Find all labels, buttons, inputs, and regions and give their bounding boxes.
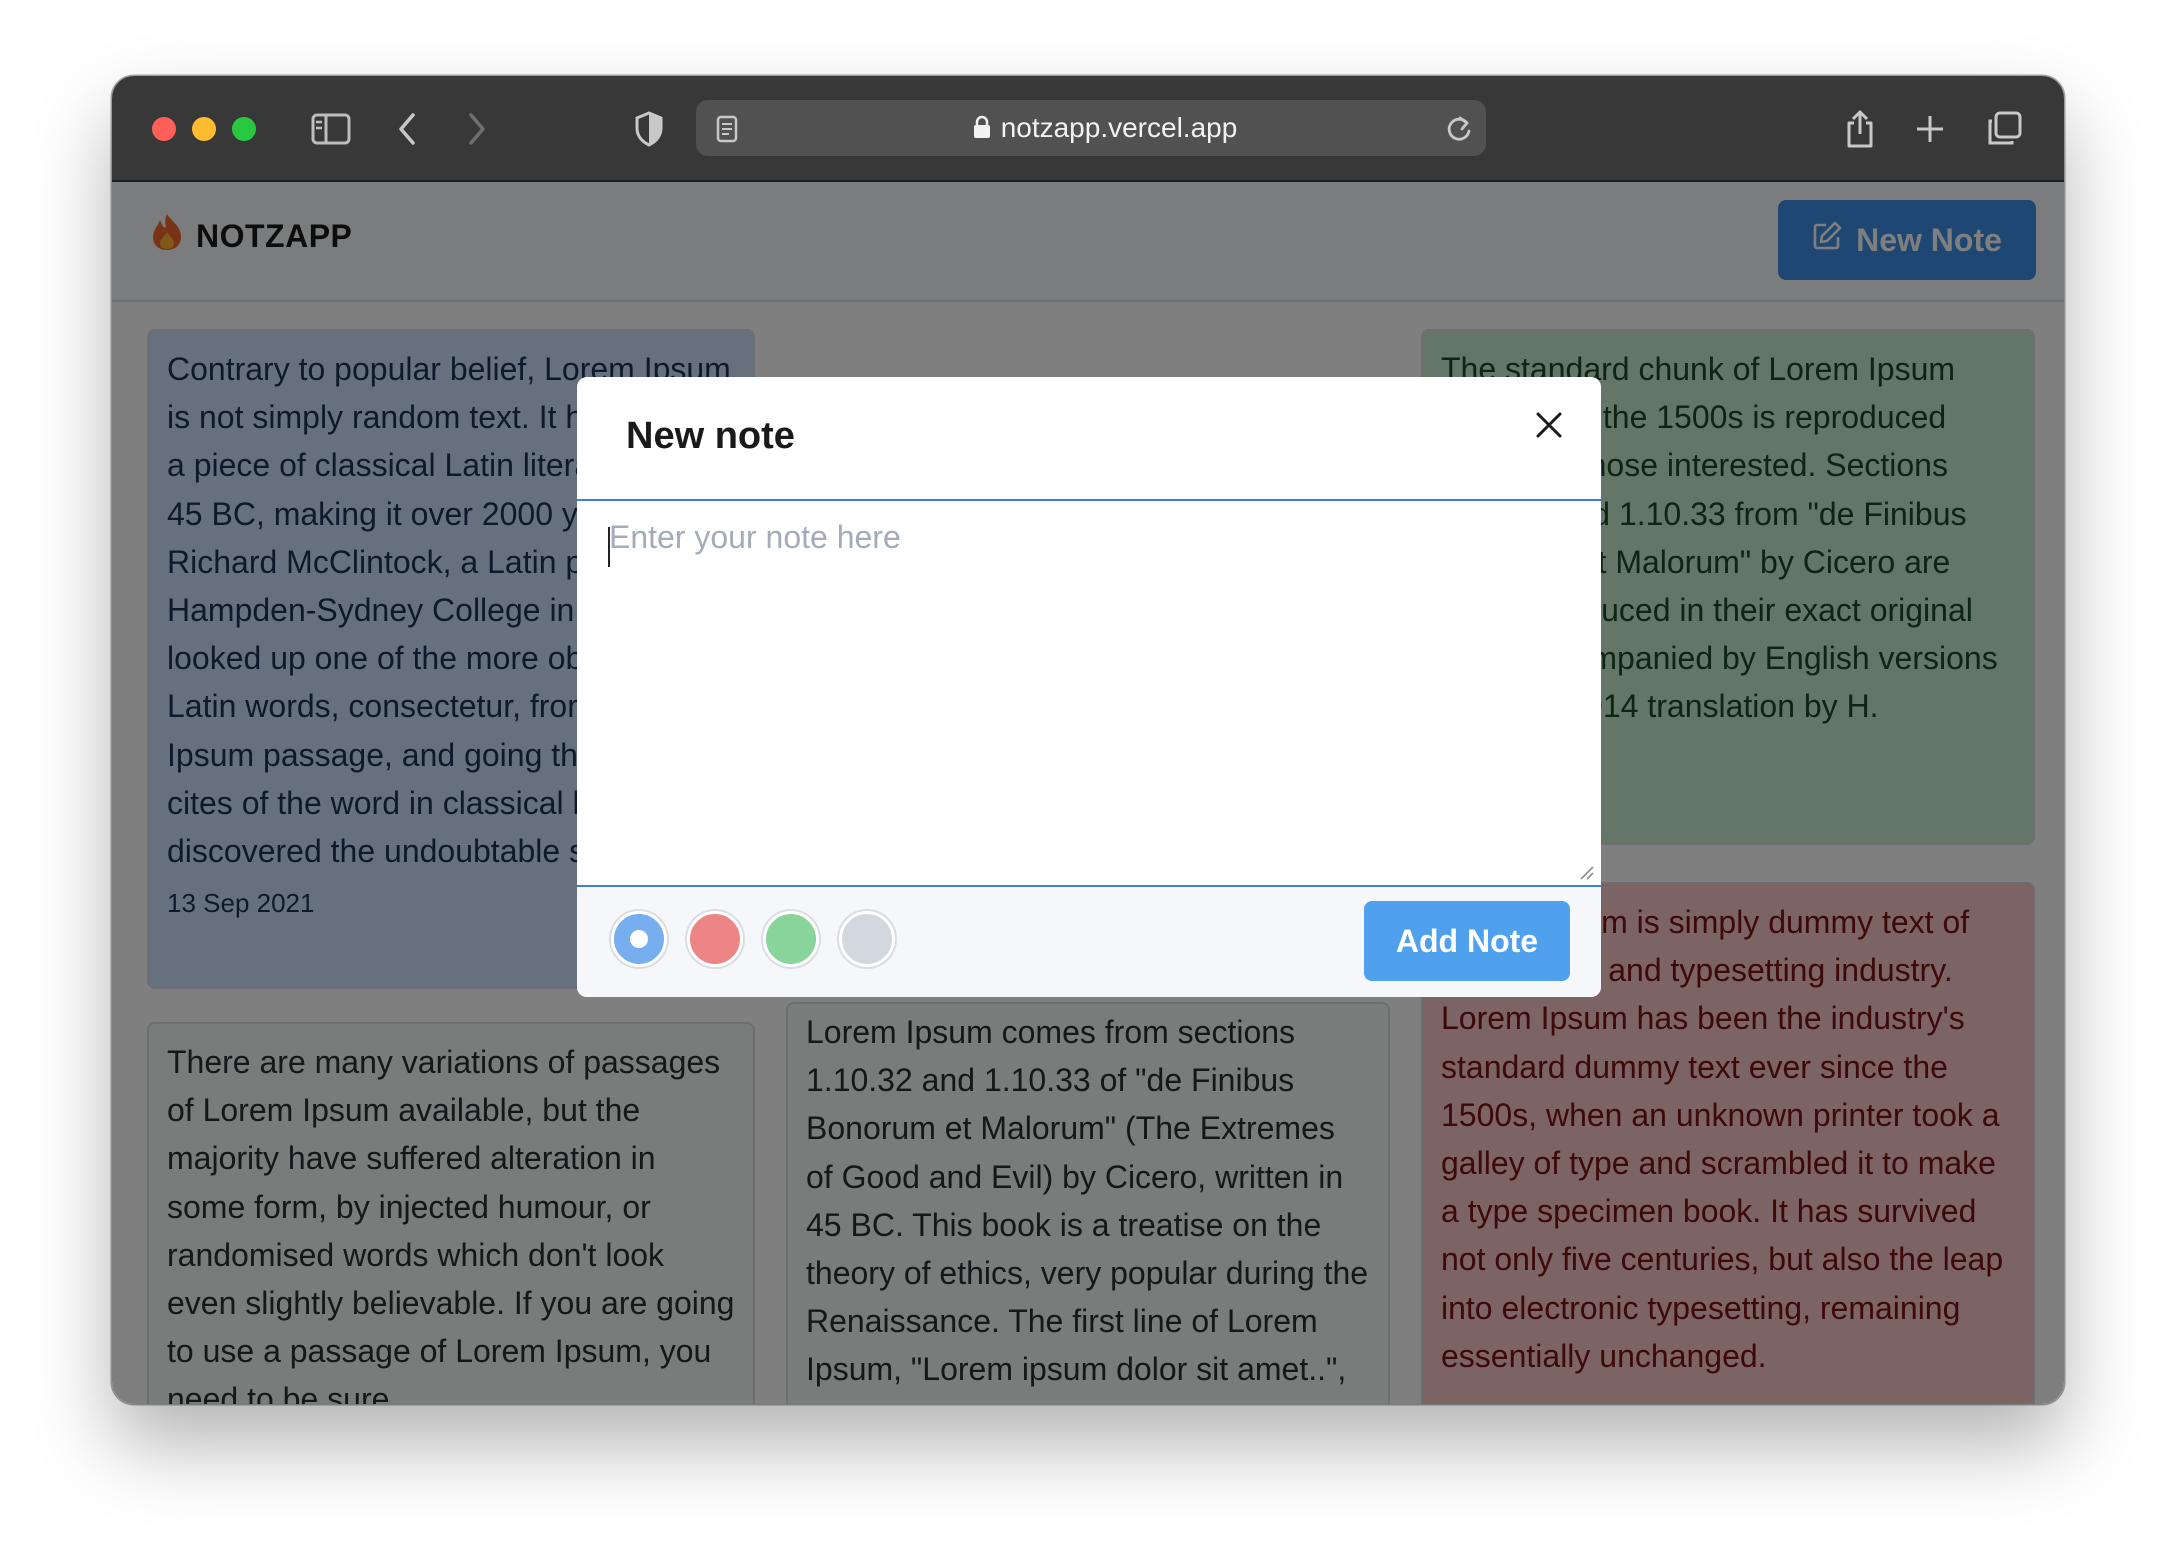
color-option-blue[interactable] (611, 911, 667, 967)
page-viewport: NOTZAPP New Note Contrary to popular bel… (112, 182, 2064, 1404)
address-bar[interactable]: notzapp.vercel.app (696, 100, 1486, 156)
minimize-window-button[interactable] (192, 117, 216, 141)
modal-title: New note (626, 415, 795, 457)
note-textarea[interactable] (577, 501, 1601, 887)
color-option-red[interactable] (687, 911, 743, 967)
url-display: notzapp.vercel.app (696, 100, 1486, 156)
forward-icon[interactable] (462, 106, 492, 152)
selected-indicator (630, 930, 648, 948)
sidebar-toggle-icon[interactable] (308, 106, 354, 152)
zoom-window-button[interactable] (232, 117, 256, 141)
reload-icon[interactable] (1442, 106, 1476, 152)
tab-overview-icon[interactable] (1984, 106, 2024, 152)
color-option-gray[interactable] (839, 911, 895, 967)
close-window-button[interactable] (152, 117, 176, 141)
color-option-green[interactable] (763, 911, 819, 967)
share-icon[interactable] (1840, 106, 1880, 152)
text-cursor (608, 527, 610, 567)
new-note-modal: New note Add Note (577, 377, 1601, 997)
modal-header: New note (577, 377, 1601, 501)
resize-handle-icon[interactable] (1577, 863, 1595, 886)
add-note-button[interactable]: Add Note (1364, 901, 1570, 981)
close-icon (1535, 411, 1563, 444)
modal-footer: Add Note (577, 887, 1601, 997)
lock-icon (973, 102, 991, 158)
url-text: notzapp.vercel.app (1000, 112, 1238, 143)
browser-toolbar: notzapp.vercel.app (112, 76, 2064, 182)
back-icon[interactable] (392, 106, 422, 152)
new-tab-icon[interactable] (1910, 106, 1950, 152)
privacy-shield-icon[interactable] (632, 106, 666, 152)
close-button[interactable] (1525, 403, 1573, 451)
browser-window: notzapp.vercel.app NOTZAPP (112, 76, 2064, 1404)
